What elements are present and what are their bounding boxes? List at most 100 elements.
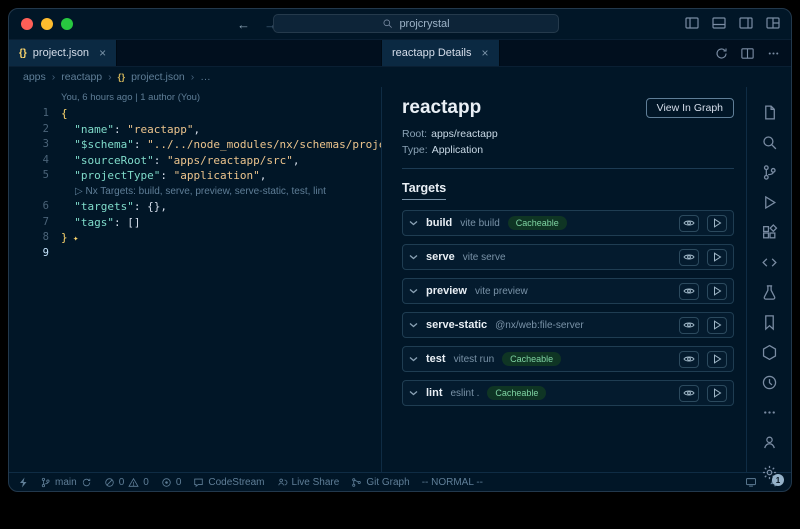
split-editor-icon[interactable]	[740, 46, 755, 61]
target-row[interactable]: linteslint .Cacheable	[402, 380, 734, 406]
extensions-icon[interactable]	[747, 217, 792, 247]
target-row[interactable]: testvitest runCacheable	[402, 346, 734, 372]
nx-console-icon[interactable]	[747, 337, 792, 367]
chevron-down-icon[interactable]	[409, 288, 418, 294]
panel-header: reactapp View In Graph	[402, 97, 734, 119]
inspect-target-button[interactable]	[679, 283, 699, 300]
codestream-status[interactable]: CodeStream	[193, 477, 264, 488]
git-branch-status[interactable]: main	[40, 477, 92, 488]
bookmarks-icon[interactable]	[747, 307, 792, 337]
title-bar: ← → projcrystal	[9, 9, 791, 40]
source-control-icon[interactable]	[747, 157, 792, 187]
code-line[interactable]: 3 "$schema": "../../node_modules/nx/sche…	[9, 137, 381, 153]
activity-bar: 1	[746, 87, 792, 472]
extra-count: 0	[176, 477, 182, 488]
testing-icon[interactable]	[747, 277, 792, 307]
view-in-graph-button[interactable]: View In Graph	[646, 98, 734, 118]
inspect-target-button[interactable]	[679, 249, 699, 266]
target-row[interactable]: previewvite preview	[402, 278, 734, 304]
inspect-target-button[interactable]	[679, 385, 699, 402]
gitlens-codelens[interactable]: You, 6 hours ago | 1 author (You)	[61, 92, 381, 103]
line-content[interactable]: "name": "reactapp",	[61, 122, 381, 138]
files-icon[interactable]	[747, 97, 792, 127]
tab-project-json[interactable]: {} project.json ×	[9, 40, 117, 66]
refresh-icon[interactable]	[714, 46, 729, 61]
close-tab-icon[interactable]: ×	[99, 46, 106, 60]
live-share-status[interactable]: Live Share	[277, 477, 340, 488]
chevron-down-icon[interactable]	[409, 390, 418, 396]
settings-icon[interactable]: 1	[747, 457, 792, 487]
chevron-down-icon[interactable]	[409, 220, 418, 226]
account-icon[interactable]	[747, 427, 792, 457]
main-area: You, 6 hours ago | 1 author (You) 1{2 "n…	[9, 87, 791, 472]
more-actions-icon[interactable]	[766, 46, 781, 61]
toggle-panel-icon[interactable]	[711, 15, 727, 31]
code-line[interactable]: 9	[9, 246, 381, 262]
line-number: 6	[9, 199, 61, 215]
targets-heading: Targets	[402, 181, 446, 200]
line-content[interactable]: {	[61, 106, 381, 122]
target-row[interactable]: serve-static@nx/web:file-server	[402, 312, 734, 338]
customize-layout-icon[interactable]	[765, 15, 781, 31]
close-window-button[interactable]	[21, 18, 33, 30]
chevron-down-icon[interactable]	[409, 356, 418, 362]
run-target-button[interactable]	[707, 385, 727, 402]
cacheable-badge: Cacheable	[502, 352, 561, 366]
breadcrumb-item-file[interactable]: project.json	[131, 71, 185, 83]
status-bar: main 0 0 0 CodeStream Live Share Git Gra…	[9, 472, 791, 491]
toggle-sidebar-right-icon[interactable]	[738, 15, 754, 31]
run-target-button[interactable]	[707, 249, 727, 266]
code-line[interactable]: 7 "tags": []	[9, 215, 381, 231]
line-content[interactable]: } ✦	[61, 230, 381, 246]
nx-hint-line[interactable]: ▷ Nx Targets: build, serve, preview, ser…	[9, 184, 381, 200]
line-content[interactable]: "tags": []	[61, 215, 381, 231]
breadcrumb-item-apps[interactable]: apps	[23, 71, 46, 83]
remote-icon[interactable]	[747, 247, 792, 277]
toggle-sidebar-left-icon[interactable]	[684, 15, 700, 31]
target-row[interactable]: buildvite buildCacheable	[402, 210, 734, 236]
chevron-down-icon[interactable]	[409, 254, 418, 260]
code-line[interactable]: 1{	[9, 106, 381, 122]
run-debug-icon[interactable]	[747, 187, 792, 217]
line-content[interactable]: "sourceRoot": "apps/reactapp/src",	[61, 153, 381, 169]
tab-reactapp-details[interactable]: reactapp Details ×	[382, 40, 500, 66]
close-tab-icon[interactable]: ×	[482, 46, 489, 60]
git-graph-icon	[351, 477, 362, 488]
inspect-target-button[interactable]	[679, 317, 699, 334]
inspect-target-button[interactable]	[679, 351, 699, 368]
remote-indicator[interactable]	[19, 477, 28, 488]
run-target-button[interactable]	[707, 317, 727, 334]
code-line[interactable]: 8} ✦	[9, 230, 381, 246]
problems-status[interactable]: 0 0	[104, 477, 149, 488]
more-icon[interactable]	[747, 397, 792, 427]
line-content[interactable]: "projectType": "application",	[61, 168, 381, 184]
chevron-down-icon[interactable]	[409, 322, 418, 328]
vim-mode-indicator[interactable]: -- NORMAL --	[422, 477, 483, 488]
back-icon[interactable]: ←	[237, 17, 250, 32]
code-line[interactable]: 2 "name": "reactapp",	[9, 122, 381, 138]
zoom-window-button[interactable]	[61, 18, 73, 30]
run-target-button[interactable]	[707, 215, 727, 232]
code-line[interactable]: 4 "sourceRoot": "apps/reactapp/src",	[9, 153, 381, 169]
code-editor[interactable]: You, 6 hours ago | 1 author (You) 1{2 "n…	[9, 87, 381, 472]
run-target-button[interactable]	[707, 351, 727, 368]
target-row[interactable]: servevite serve	[402, 244, 734, 270]
target-name: serve-static	[426, 319, 487, 331]
breadcrumb-more[interactable]: …	[200, 71, 211, 83]
inspect-target-button[interactable]	[679, 215, 699, 232]
line-content[interactable]: "$schema": "../../node_modules/nx/schema…	[61, 137, 381, 153]
command-center-search[interactable]: projcrystal	[273, 14, 559, 33]
code-line[interactable]: 5 "projectType": "application",	[9, 168, 381, 184]
minimize-window-button[interactable]	[41, 18, 53, 30]
line-content[interactable]: "targets": {},	[61, 199, 381, 215]
nx-targets-hint[interactable]: ▷ Nx Targets: build, serve, preview, ser…	[61, 184, 381, 200]
history-icon[interactable]	[747, 367, 792, 397]
search-icon[interactable]	[747, 127, 792, 157]
git-graph-status[interactable]: Git Graph	[351, 477, 409, 488]
bolt-icon	[19, 477, 28, 488]
breadcrumb-item-reactapp[interactable]: reactapp	[61, 71, 102, 83]
status-extra-counter[interactable]: 0	[161, 477, 182, 488]
line-content[interactable]	[61, 246, 381, 262]
run-target-button[interactable]	[707, 283, 727, 300]
code-line[interactable]: 6 "targets": {},	[9, 199, 381, 215]
